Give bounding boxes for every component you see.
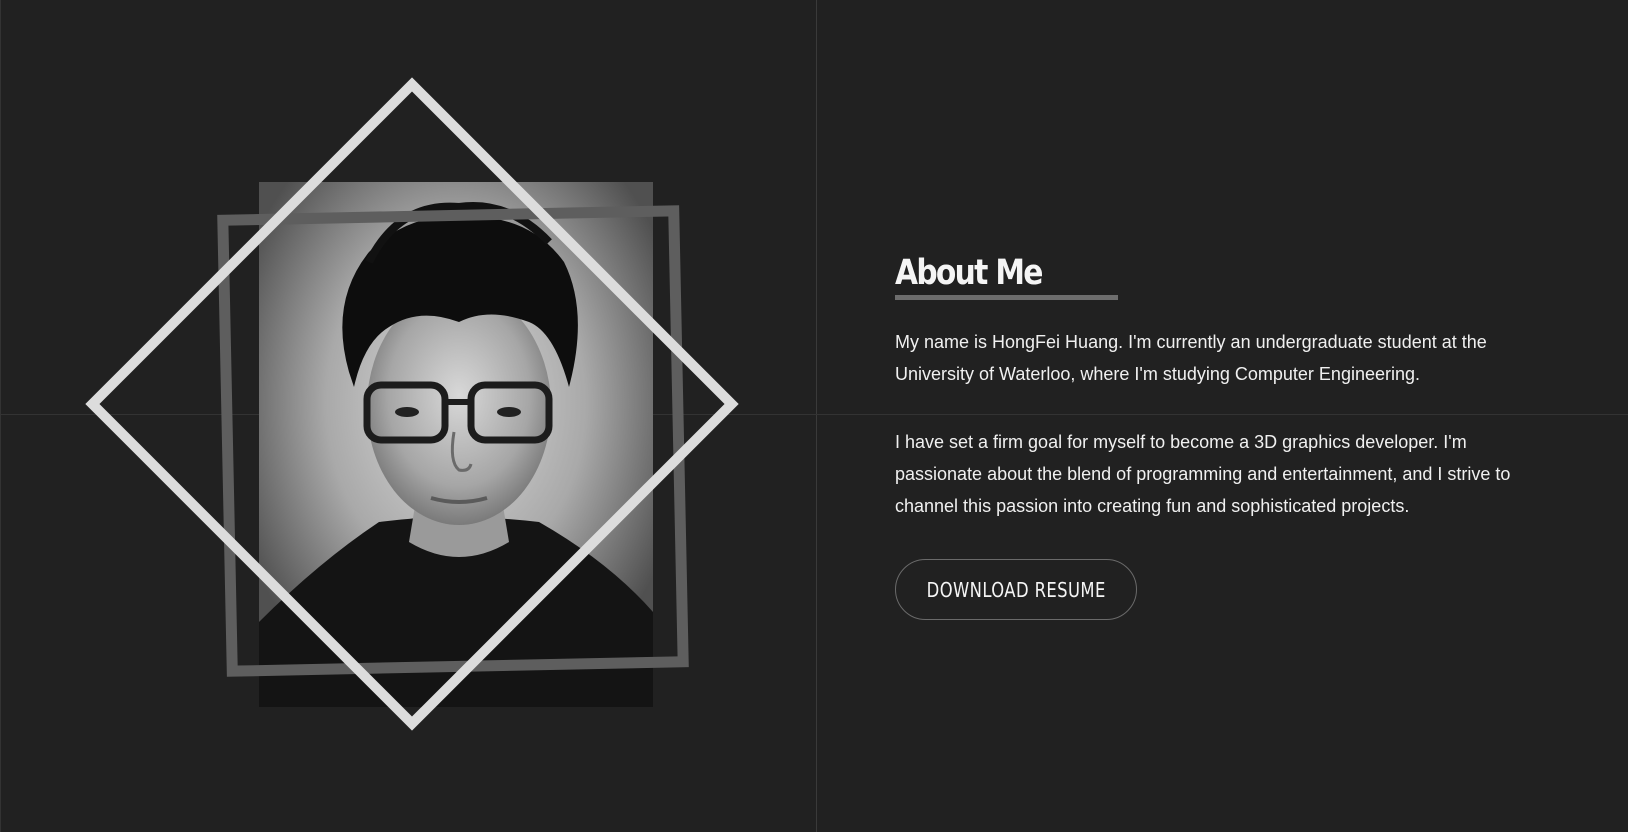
about-paragraph-goal: I have set a firm goal for myself to bec… — [895, 432, 1511, 516]
title-underline — [895, 295, 1118, 300]
grid-divider-vertical — [816, 0, 817, 832]
download-resume-label: DOWNLOAD RESUME — [926, 577, 1106, 602]
about-title: About Me — [895, 253, 1043, 293]
portrait-section — [0, 0, 816, 832]
about-section: About Me My name is HongFei Huang. I'm c… — [895, 252, 1535, 620]
about-paragraph-intro: My name is HongFei Huang. I'm currently … — [895, 332, 1487, 384]
download-resume-button[interactable]: DOWNLOAD RESUME — [895, 559, 1137, 620]
